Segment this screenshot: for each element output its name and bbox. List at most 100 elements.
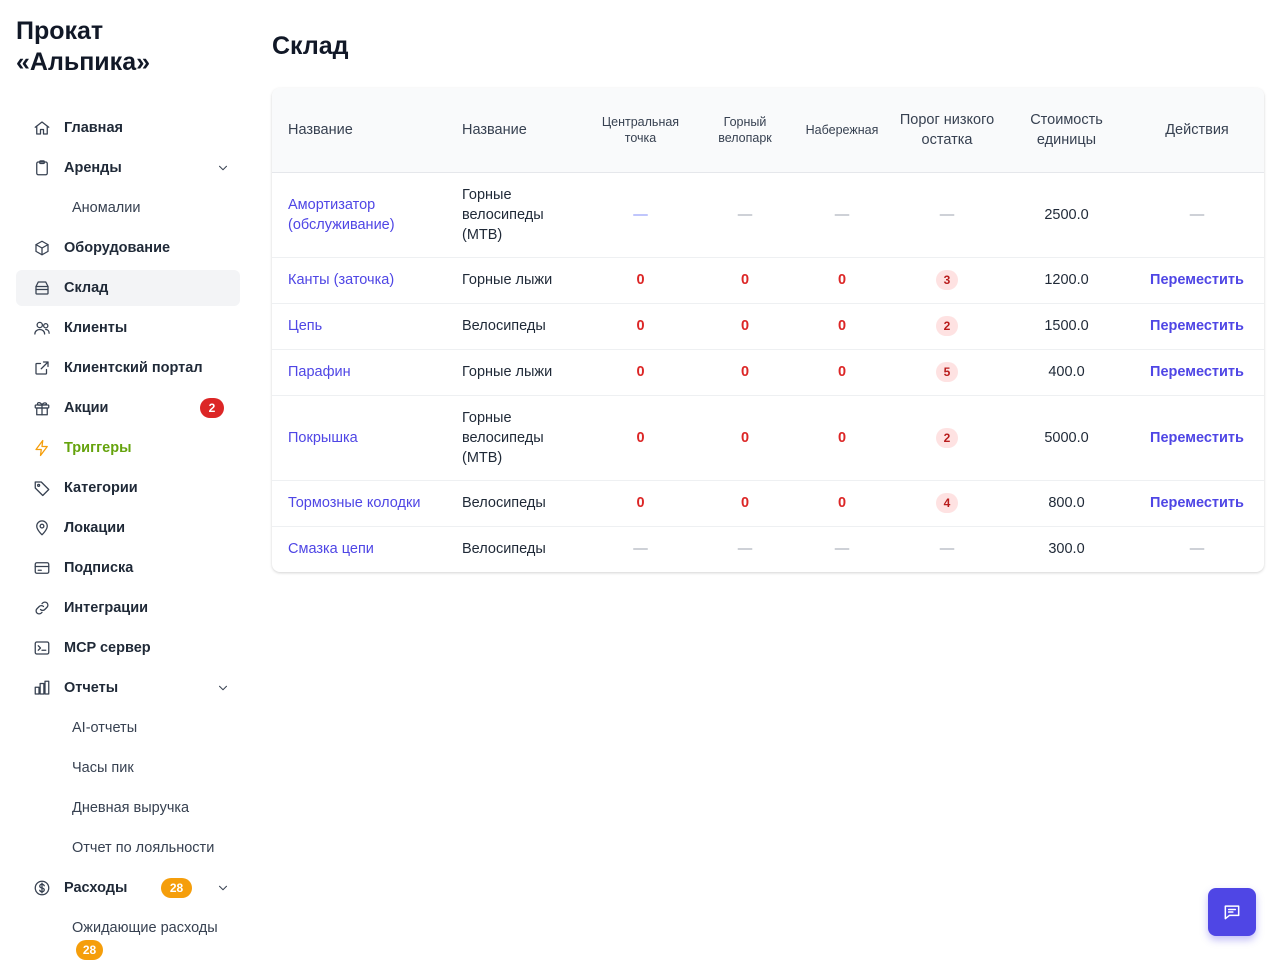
- chevron-down-icon[interactable]: [216, 681, 230, 695]
- stock-central: —: [584, 172, 697, 258]
- item-name-link[interactable]: Смазка цепи: [272, 526, 446, 571]
- sidebar-item-label: Клиентский портал: [64, 360, 203, 376]
- clipboard-icon: [32, 158, 52, 178]
- sidebar-item-anomalies[interactable]: Аномалии: [16, 190, 240, 226]
- item-name-link[interactable]: Тормозные колодки: [272, 480, 446, 527]
- sidebar-item-warehouse[interactable]: Склад: [16, 270, 240, 306]
- item-category: Горные велосипеды (MTB): [446, 172, 584, 258]
- threshold-cell: 2: [891, 303, 1003, 350]
- map-pin-icon: [32, 518, 52, 538]
- sidebar-item-label: Отчеты: [64, 680, 119, 696]
- stock-bikepark: —: [697, 172, 793, 258]
- item-category: Горные лыжи: [446, 257, 584, 304]
- stock-bikepark: 0: [697, 480, 793, 527]
- table-row: Канты (заточка) Горные лыжи 0 0 0 3 1200…: [272, 257, 1264, 304]
- stock-embankment: 0: [793, 395, 891, 481]
- sidebar-item-daily-revenue[interactable]: Дневная выручка: [16, 790, 240, 826]
- stock-central: 0: [584, 349, 697, 396]
- home-icon: [32, 118, 52, 138]
- sidebar-item-integrations[interactable]: Интеграции: [16, 590, 240, 626]
- item-name-link[interactable]: Цепь: [272, 303, 446, 350]
- sidebar-item-triggers[interactable]: Триггеры: [16, 430, 240, 466]
- sidebar-item-home[interactable]: Главная: [16, 110, 240, 146]
- item-name-link[interactable]: Амортизатор (обслуживание): [272, 172, 446, 258]
- sidebar-item-label: Подписка: [64, 560, 134, 576]
- sidebar-item-expenses[interactable]: Расходы 28: [16, 870, 240, 906]
- notification-badge: 2: [200, 398, 224, 418]
- chevron-down-icon[interactable]: [216, 161, 230, 175]
- sidebar-item-loyalty-report[interactable]: Отчет по лояльности: [16, 830, 240, 866]
- stock-central: 0: [584, 480, 697, 527]
- col-header-category[interactable]: Название: [446, 88, 584, 173]
- item-category: Велосипеды: [446, 480, 584, 527]
- inventory-table: Название Название Центральная точка Горн…: [272, 88, 1264, 571]
- stock-central: —: [633, 540, 648, 557]
- threshold-value: —: [891, 172, 1003, 258]
- gift-icon: [32, 398, 52, 418]
- sidebar-item-equipment[interactable]: Оборудование: [16, 230, 240, 266]
- item-category: Горные велосипеды (MTB): [446, 395, 584, 481]
- col-header-threshold[interactable]: Порог низкого остатка: [891, 88, 1003, 173]
- item-category: Велосипеды: [446, 303, 584, 350]
- sidebar-item-label: Локации: [64, 520, 126, 536]
- stock-embankment: 0: [793, 303, 891, 350]
- sidebar-item-pending-expenses[interactable]: Ожидающие расходы: [16, 910, 240, 946]
- sidebar-item-peak-hours[interactable]: Часы пик: [16, 750, 240, 786]
- col-header-central[interactable]: Центральная точка: [584, 88, 697, 173]
- stock-embankment: 0: [793, 349, 891, 396]
- item-name-link[interactable]: Канты (заточка): [272, 257, 446, 304]
- move-button[interactable]: Переместить: [1130, 303, 1264, 350]
- link-icon: [32, 598, 52, 618]
- stock-bikepark: —: [737, 540, 753, 557]
- sidebar-item-locations[interactable]: Локации: [16, 510, 240, 546]
- inventory-table-card: Название Название Центральная точка Горн…: [272, 88, 1264, 572]
- box-icon: [32, 238, 52, 258]
- sidebar-item-label: Ожидающие расходы: [72, 920, 218, 936]
- stock-bikepark: 0: [697, 303, 793, 350]
- sidebar-item-categories[interactable]: Категории: [16, 470, 240, 506]
- expenses-badge: 28: [161, 878, 192, 898]
- threshold-value: —: [939, 540, 955, 557]
- item-name-link[interactable]: Парафин: [272, 349, 446, 396]
- archive-icon: [32, 278, 52, 298]
- threshold-badge: 3: [936, 270, 958, 290]
- item-name-link[interactable]: Покрышка: [272, 395, 446, 481]
- chat-button[interactable]: [1208, 888, 1256, 936]
- move-button[interactable]: Переместить: [1130, 480, 1264, 527]
- tag-icon: [32, 478, 52, 498]
- table-row: Амортизатор (обслуживание) Горные велоси…: [272, 172, 1264, 258]
- col-header-actions: Действия: [1130, 88, 1264, 173]
- col-header-name[interactable]: Название: [272, 88, 446, 173]
- sidebar-item-clients[interactable]: Клиенты: [16, 310, 240, 346]
- sidebar-item-label: Главная: [64, 120, 123, 136]
- sidebar-item-rentals[interactable]: Аренды: [16, 150, 240, 186]
- sidebar-item-ai-reports[interactable]: AI-отчеты: [16, 710, 240, 746]
- stock-bikepark: 0: [697, 349, 793, 396]
- chevron-down-icon[interactable]: [216, 881, 230, 895]
- col-header-embankment[interactable]: Набережная: [793, 88, 891, 173]
- stock-bikepark: 0: [697, 257, 793, 304]
- sidebar-item-client-portal[interactable]: Клиентский портал: [16, 350, 240, 386]
- sidebar-item-reports[interactable]: Отчеты: [16, 670, 240, 706]
- table-row: Смазка цепи Велосипеды — — — — 300.0 —: [272, 526, 1264, 571]
- unit-cost: 2500.0: [1003, 172, 1130, 258]
- col-header-unit-cost[interactable]: Стоимость единицы: [1003, 88, 1130, 173]
- sidebar-item-label: Часы пик: [72, 760, 134, 776]
- col-header-bikepark[interactable]: Горный велопарк: [697, 88, 793, 173]
- credit-card-icon: [32, 558, 52, 578]
- sidebar-item-subscription[interactable]: Подписка: [16, 550, 240, 586]
- move-button[interactable]: Переместить: [1130, 257, 1264, 304]
- row-action-none: —: [1130, 172, 1264, 258]
- sidebar-item-promotions[interactable]: Акции 2: [16, 390, 240, 426]
- external-link-icon: [32, 358, 52, 378]
- sidebar-item-label: Аренды: [64, 160, 122, 176]
- move-button[interactable]: Переместить: [1130, 395, 1264, 481]
- stock-central: 0: [584, 395, 697, 481]
- sidebar-item-mcp-server[interactable]: MCP сервер: [16, 630, 240, 666]
- table-row: Цепь Велосипеды 0 0 0 2 1500.0 Перемести…: [272, 303, 1264, 350]
- move-button[interactable]: Переместить: [1130, 349, 1264, 396]
- threshold-cell: 2: [891, 395, 1003, 481]
- stock-embankment: —: [834, 540, 850, 557]
- sidebar-item-label: Клиенты: [64, 320, 128, 336]
- sidebar-item-label: Интеграции: [64, 600, 149, 616]
